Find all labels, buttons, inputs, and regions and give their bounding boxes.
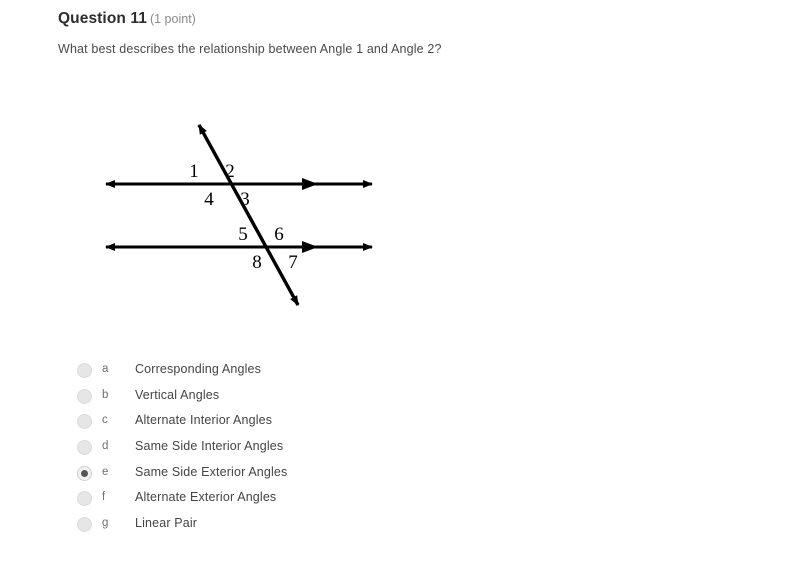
angle-label-6: 6 [274, 224, 284, 245]
angle-label-5: 5 [238, 224, 248, 245]
radio-button-a[interactable] [77, 363, 92, 378]
radio-button-f[interactable] [77, 491, 92, 507]
option-label-f[interactable]: Alternate Exterior Angles [135, 490, 276, 504]
lower-line-mid-arrowhead [302, 241, 318, 253]
option-row-e[interactable]: e Same Side Exterior Angles [58, 463, 478, 489]
angle-label-1: 1 [189, 161, 199, 182]
question-prompt: What best describes the relationship bet… [58, 42, 442, 56]
option-row-d[interactable]: d Same Side Interior Angles [58, 437, 478, 463]
option-letter-c: c [102, 414, 108, 427]
angles-diagram: 1 2 4 3 5 6 8 7 [90, 105, 390, 325]
radio-button-e[interactable] [77, 465, 92, 481]
option-letter-f: f [102, 491, 106, 504]
answer-options: a Corresponding Angles b Vertical Angles… [58, 360, 478, 540]
upper-line-mid-arrowhead [302, 178, 318, 190]
option-letter-a: a [102, 363, 109, 375]
option-label-e[interactable]: Same Side Exterior Angles [135, 465, 287, 479]
option-label-a[interactable]: Corresponding Angles [135, 362, 261, 376]
option-letter-b: b [102, 388, 109, 401]
transversal-line [197, 124, 300, 306]
option-row-b[interactable]: b Vertical Angles [58, 386, 478, 412]
angle-label-7: 7 [288, 252, 298, 273]
radio-button-b[interactable] [77, 388, 92, 404]
angle-label-2: 2 [225, 161, 235, 182]
option-label-b[interactable]: Vertical Angles [135, 388, 219, 402]
upper-parallel-line [105, 178, 373, 190]
option-label-d[interactable]: Same Side Interior Angles [135, 439, 283, 453]
option-letter-g: g [102, 517, 109, 530]
question-page: Question 11 (1 point) What best describes… [0, 0, 800, 585]
question-header: Question 11 (1 point) [58, 10, 196, 28]
angle-label-8: 8 [252, 252, 262, 273]
option-label-g[interactable]: Linear Pair [135, 516, 197, 530]
option-row-f[interactable]: f Alternate Exterior Angles [58, 488, 478, 514]
angle-label-4: 4 [204, 189, 214, 210]
radio-button-c[interactable] [77, 414, 92, 430]
option-row-g[interactable]: g Linear Pair [58, 514, 478, 540]
radio-button-d[interactable] [77, 440, 92, 456]
question-points: (1 point) [149, 12, 196, 26]
radio-button-g[interactable] [77, 517, 92, 533]
option-row-a[interactable]: a Corresponding Angles [58, 360, 478, 386]
option-letter-d: d [102, 440, 109, 453]
option-letter-e: e [102, 465, 109, 478]
angle-label-3: 3 [240, 189, 250, 210]
option-row-c[interactable]: c Alternate Interior Angles [58, 411, 478, 437]
option-label-c[interactable]: Alternate Interior Angles [135, 413, 272, 427]
question-title: Question 11 [58, 10, 147, 27]
